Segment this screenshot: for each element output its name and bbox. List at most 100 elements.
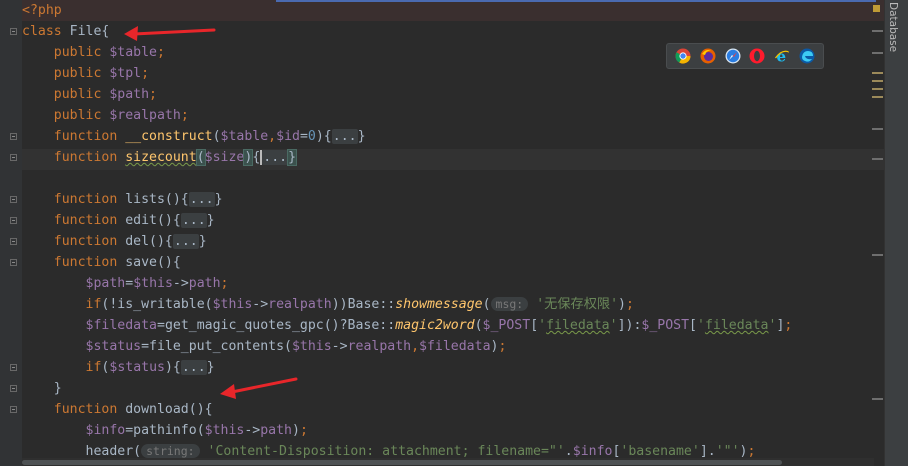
code-token: ;	[625, 297, 634, 312]
code-token: 0	[307, 129, 316, 144]
code-token: ->	[331, 339, 348, 354]
code-line[interactable]: class File{	[22, 21, 109, 42]
code-token: $this	[133, 276, 173, 291]
code-line[interactable]: }	[22, 378, 62, 399]
code-token: {	[252, 150, 261, 165]
code-token: edit(){	[125, 213, 181, 228]
code-token: $path	[85, 276, 126, 291]
warning-marker-icon[interactable]	[873, 5, 880, 12]
scroll-marker	[872, 128, 883, 130]
code-token: $info	[85, 423, 126, 438]
code-line[interactable]: function download(){	[22, 399, 213, 420]
right-tool-window-bar	[884, 0, 908, 466]
fold-toggle-icon[interactable]	[10, 238, 17, 245]
code-token: }	[206, 213, 215, 228]
scroll-indicator-bar	[276, 0, 876, 2]
code-token: }	[198, 234, 207, 249]
scroll-marker	[872, 88, 883, 90]
code-token: $realpath	[109, 108, 181, 123]
code-token: ;	[149, 87, 157, 102]
fold-toggle-icon[interactable]	[10, 217, 17, 224]
code-line[interactable]: public $table;	[22, 42, 165, 63]
code-token: ;	[156, 45, 165, 60]
horizontal-scrollbar[interactable]	[22, 458, 874, 466]
fold-toggle-icon[interactable]	[10, 196, 17, 203]
scroll-marker	[872, 398, 883, 400]
code-token: save(){	[125, 255, 181, 270]
code-token: class	[22, 24, 70, 39]
code-line[interactable]: function save(){	[22, 252, 181, 273]
folded-code-placeholder[interactable]: ...	[262, 150, 289, 165]
code-token: =pathinfo(	[125, 423, 205, 438]
code-line[interactable]: function __construct($table,$id=0){...}	[22, 126, 366, 147]
code-token: public	[53, 45, 110, 60]
code-line[interactable]: $status=file_put_contents($this->realpat…	[22, 336, 507, 357]
horizontal-scrollbar-thumb[interactable]	[22, 460, 782, 465]
code-token: '无保存权限'	[536, 297, 619, 312]
code-token: $_POST	[641, 318, 690, 333]
code-token: .	[564, 444, 573, 459]
code-line[interactable]: function sizecount($size){...}	[22, 147, 298, 168]
code-token: filedata	[704, 318, 769, 333]
ie-icon[interactable]: e	[774, 48, 790, 64]
code-token: if	[85, 360, 102, 375]
code-editor[interactable]: <?php class File{ public $table; public $…	[0, 0, 884, 466]
fold-toggle-icon[interactable]	[10, 133, 17, 140]
code-line[interactable]: public $tpl;	[22, 63, 149, 84]
folded-code-placeholder[interactable]: ...	[180, 360, 207, 375]
code-token: function	[53, 129, 126, 144]
code-token: function	[53, 255, 126, 270]
vertical-scrollbar[interactable]	[870, 0, 884, 466]
safari-icon[interactable]	[725, 48, 741, 64]
code-token: '"'	[715, 444, 740, 459]
code-token: ;	[141, 66, 150, 81]
folded-code-placeholder[interactable]: ...	[188, 192, 215, 207]
fold-toggle-icon[interactable]	[10, 154, 17, 161]
edge-icon[interactable]	[799, 48, 815, 64]
scroll-marker	[872, 96, 883, 98]
code-line[interactable]: if(!is_writable($this->realpath))Base::s…	[22, 294, 634, 315]
code-line[interactable]: $info=pathinfo($this->path);	[22, 420, 308, 441]
code-token: (	[482, 297, 491, 312]
code-token: $this	[212, 297, 253, 312]
folded-code-placeholder[interactable]: ...	[172, 234, 199, 249]
code-line[interactable]: public $path;	[22, 84, 157, 105]
scroll-marker	[872, 254, 883, 256]
firefox-icon[interactable]	[700, 48, 716, 64]
chrome-icon[interactable]	[675, 48, 691, 64]
code-token: <?php	[22, 3, 62, 18]
code-line[interactable]: function del(){...}	[22, 231, 207, 252]
code-line[interactable]: if($status){...}	[22, 357, 215, 378]
fold-toggle-icon[interactable]	[10, 385, 17, 392]
fold-toggle-icon[interactable]	[10, 364, 17, 371]
code-line[interactable]: <?php	[22, 0, 62, 21]
code-token: ].	[699, 444, 716, 459]
code-token: ;	[747, 444, 756, 459]
code-token: sizecount	[125, 150, 197, 165]
fold-toggle-icon[interactable]	[10, 259, 17, 266]
fold-toggle-icon[interactable]	[10, 28, 17, 35]
code-token: $filedata	[85, 318, 157, 333]
folded-code-placeholder[interactable]: ...	[180, 213, 207, 228]
code-token: function	[53, 402, 126, 417]
code-line[interactable]: public $realpath;	[22, 105, 189, 126]
code-line[interactable]: function lists(){...}	[22, 189, 223, 210]
opera-icon[interactable]	[749, 48, 765, 64]
parameter-hint: string:	[141, 444, 200, 458]
code-line[interactable]: function edit(){...}	[22, 210, 215, 231]
code-line[interactable]: $filedata=get_magic_quotes_gpc()?Base::m…	[22, 315, 793, 336]
fold-toggle-icon[interactable]	[10, 406, 17, 413]
code-token: $this	[291, 339, 332, 354]
code-line[interactable]: $path=$this->path;	[22, 273, 229, 294]
code-token: ;	[498, 339, 507, 354]
folded-code-placeholder[interactable]: ...	[331, 129, 358, 144]
code-token: ->	[252, 297, 269, 312]
code-token: $filedata	[419, 339, 491, 354]
database-tab[interactable]: Database	[886, 2, 904, 52]
scroll-marker	[872, 80, 883, 82]
